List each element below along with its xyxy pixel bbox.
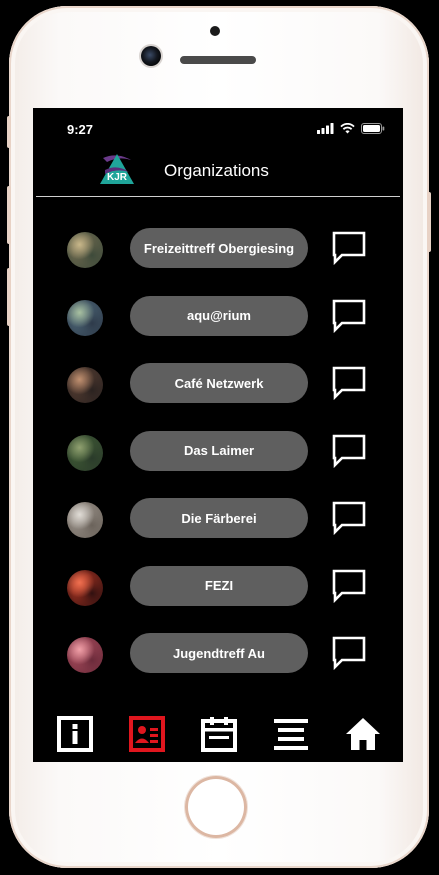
app-screen: 9:27 KJR Organizations Freizeittreff Obe [33,108,403,762]
status-time: 9:27 [67,122,94,137]
organization-avatar[interactable] [67,637,103,673]
app-header: KJR Organizations [33,148,403,196]
organization-avatar[interactable] [67,569,103,606]
chat-icon[interactable] [331,635,367,671]
organization-button[interactable]: Café Netzwerk [130,363,308,403]
volume-down-button [7,268,11,326]
organization-avatar[interactable] [67,299,103,336]
bottom-navigation [33,716,403,756]
page-title: Organizations [164,161,269,180]
home-button[interactable] [185,776,247,838]
header-divider [36,196,400,197]
front-camera [141,46,161,66]
status-icons [317,123,385,134]
chat-icon[interactable] [331,433,367,469]
organization-button[interactable]: FEZI [130,565,308,606]
chat-icon[interactable] [331,568,367,604]
organization-button[interactable]: Jugendtreff Au [130,633,308,673]
home-icon[interactable] [345,716,381,752]
organization-row: Jugendtreff Au [33,633,403,679]
organization-row: Das Laimer [33,430,403,477]
organization-avatar[interactable] [67,502,103,538]
organization-row: FEZI [33,565,403,612]
chat-icon[interactable] [331,365,367,401]
cellular-signal-icon [317,123,334,134]
organization-button[interactable]: Die Färberei [130,498,308,538]
contact-card-icon[interactable] [129,716,165,752]
calendar-icon[interactable] [201,716,237,752]
earpiece-speaker [180,56,256,64]
battery-icon [361,123,385,134]
chat-icon[interactable] [331,298,367,334]
organization-row: aqu@rium [33,295,403,342]
power-button [427,192,431,252]
organization-row: Die Färberei [33,498,403,544]
organization-button[interactable]: Freizeittreff Obergiesing [130,228,308,268]
volume-up-button [7,186,11,244]
chat-icon[interactable] [331,500,367,536]
info-icon[interactable] [57,716,93,752]
organization-avatar[interactable] [67,434,103,471]
organization-button[interactable]: Das Laimer [130,430,308,471]
organization-row: Café Netzwerk [33,363,403,409]
svg-text:KJR: KJR [107,172,128,183]
organization-avatar[interactable] [67,367,103,403]
chat-icon[interactable] [331,230,367,266]
proximity-sensor [210,26,220,36]
wifi-icon [340,123,355,134]
mute-switch [7,116,11,148]
menu-lines-icon[interactable] [273,716,309,752]
kjr-logo: KJR [100,154,134,184]
organization-button[interactable]: aqu@rium [130,295,308,336]
organization-row: Freizeittreff Obergiesing [33,228,403,274]
organization-avatar[interactable] [67,232,103,268]
